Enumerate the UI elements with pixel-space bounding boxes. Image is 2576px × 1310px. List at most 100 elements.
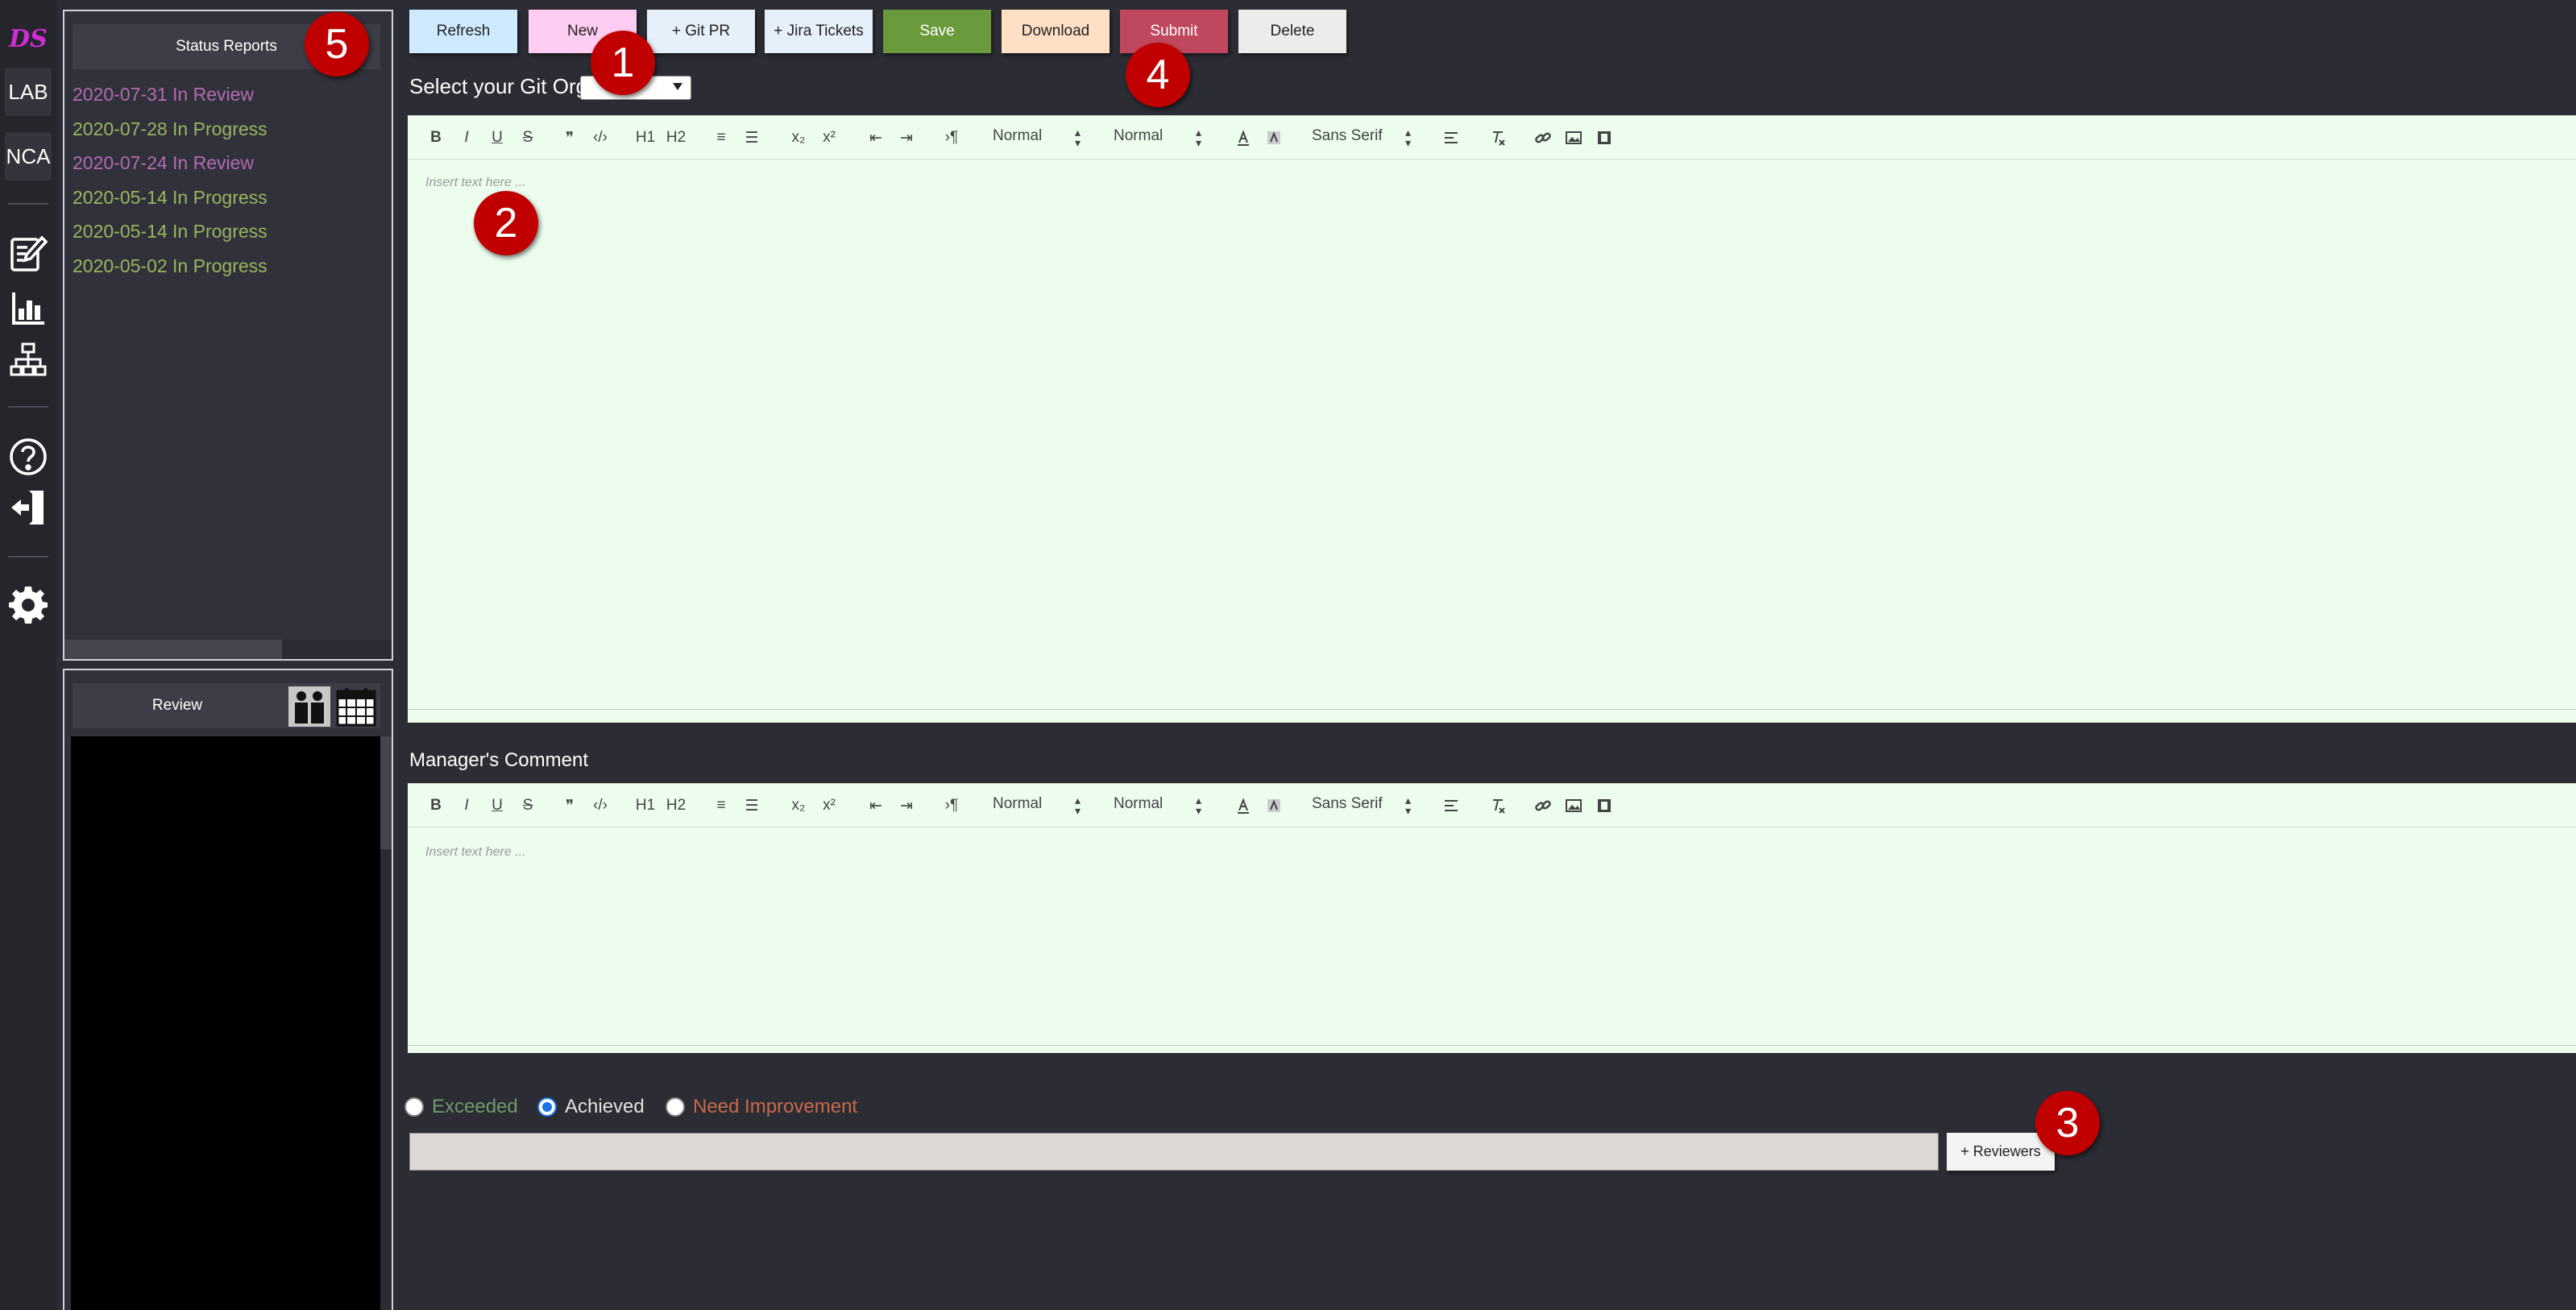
- align-icon[interactable]: [1439, 795, 1463, 816]
- italic-icon[interactable]: I: [454, 127, 479, 148]
- size-select[interactable]: Normal ▴ ▾: [1114, 126, 1212, 149]
- subscript-icon[interactable]: x₂: [786, 795, 811, 816]
- calendar-icon[interactable]: [335, 686, 377, 727]
- report-editor-placeholder[interactable]: Insert text here ...: [425, 176, 526, 190]
- radio-circle[interactable]: [666, 1097, 685, 1117]
- font-select[interactable]: Sans Serif ▴ ▾: [1312, 794, 1421, 816]
- format-select[interactable]: Normal ▴ ▾: [993, 126, 1091, 148]
- rating-achieved-label: Achieved: [565, 1096, 645, 1117]
- add-jira-tickets-button[interactable]: + Jira Tickets: [765, 10, 873, 53]
- outdent-icon[interactable]: ⇤: [864, 795, 888, 816]
- rail-divider: [8, 203, 48, 205]
- delete-button[interactable]: Delete: [1238, 10, 1346, 53]
- underline-icon[interactable]: U: [485, 127, 509, 148]
- bold-icon[interactable]: B: [424, 127, 448, 148]
- report-item[interactable]: 2020-05-02 In Progress: [73, 249, 380, 284]
- report-item[interactable]: 2020-07-31 In Review: [73, 77, 380, 112]
- font-select[interactable]: Sans Serif ▴ ▾: [1312, 126, 1421, 148]
- save-button[interactable]: Save: [883, 10, 991, 53]
- download-button[interactable]: Download: [1002, 10, 1110, 53]
- chevron-updown-icon: ▴ ▾: [1196, 126, 1202, 149]
- h2-icon[interactable]: H2: [664, 795, 688, 816]
- report-item[interactable]: 2020-05-14 In Progress: [73, 214, 380, 249]
- h1-icon[interactable]: H1: [633, 795, 657, 816]
- rail-item-lab[interactable]: LAB: [5, 68, 52, 116]
- chevron-updown-icon: ▴ ▾: [1196, 794, 1202, 817]
- rating-exceeded[interactable]: Exceeded: [404, 1095, 518, 1119]
- font-select-value: Sans Serif: [1312, 127, 1383, 144]
- bullet-list-icon[interactable]: ☰: [740, 127, 764, 148]
- code-icon[interactable]: ‹/›: [588, 127, 612, 148]
- format-select-value: Normal: [993, 795, 1043, 812]
- align-icon[interactable]: [1439, 127, 1463, 148]
- scrollbar-thumb[interactable]: [380, 736, 392, 849]
- text-color-icon[interactable]: [1231, 127, 1255, 148]
- rail-divider: [8, 556, 48, 558]
- strike-icon[interactable]: S: [516, 795, 540, 816]
- link-icon[interactable]: [1531, 795, 1555, 816]
- subscript-icon[interactable]: x₂: [786, 127, 811, 148]
- refresh-button[interactable]: Refresh: [409, 10, 517, 53]
- strike-icon[interactable]: S: [516, 127, 540, 148]
- bullet-list-icon[interactable]: ☰: [740, 795, 764, 816]
- outdent-icon[interactable]: ⇤: [864, 127, 888, 148]
- people-icon[interactable]: [288, 686, 330, 727]
- settings-icon[interactable]: [5, 582, 52, 626]
- manager-comment-label: Manager's Comment: [409, 749, 588, 771]
- ordered-list-icon[interactable]: ≡: [709, 127, 733, 148]
- h1-icon[interactable]: H1: [633, 127, 657, 148]
- blockquote-icon[interactable]: ❞: [558, 127, 582, 148]
- text-direction-icon[interactable]: ›¶: [940, 795, 964, 816]
- rating-need-improvement[interactable]: Need Improvement: [666, 1095, 857, 1119]
- image-icon[interactable]: [1562, 795, 1586, 816]
- size-select[interactable]: Normal ▴ ▾: [1114, 794, 1212, 817]
- image-icon[interactable]: [1562, 127, 1586, 148]
- background-color-icon[interactable]: [1262, 127, 1286, 148]
- underline-icon[interactable]: U: [485, 795, 509, 816]
- ordered-list-icon[interactable]: ≡: [709, 795, 733, 816]
- video-icon[interactable]: [1592, 795, 1616, 816]
- indent-icon[interactable]: ⇥: [894, 127, 919, 148]
- chart-icon[interactable]: [5, 286, 52, 330]
- rail-item-nca[interactable]: NCA: [5, 132, 52, 180]
- italic-icon[interactable]: I: [454, 795, 479, 816]
- vertical-scrollbar[interactable]: [380, 736, 392, 1310]
- org-chart-icon[interactable]: [5, 338, 52, 381]
- report-item[interactable]: 2020-07-24 In Review: [73, 146, 380, 180]
- reviewers-input[interactable]: [409, 1133, 1939, 1171]
- link-icon[interactable]: [1531, 127, 1555, 148]
- rating-exceeded-label: Exceeded: [432, 1096, 518, 1117]
- superscript-icon[interactable]: x²: [817, 127, 841, 148]
- text-direction-icon[interactable]: ›¶: [940, 127, 964, 148]
- format-select[interactable]: Normal ▴ ▾: [993, 794, 1091, 816]
- radio-circle[interactable]: [404, 1097, 424, 1117]
- radio-circle[interactable]: [537, 1097, 557, 1117]
- marker-1: 1: [591, 31, 655, 95]
- report-editor[interactable]: B I U S ❞ ‹/› H1 H2 ≡ ☰ x₂ x² ⇤ ⇥ ›¶ Normal ▴ ▾ Normal ▴ ▾…: [408, 115, 2576, 723]
- background-color-icon[interactable]: [1262, 795, 1286, 816]
- video-icon[interactable]: [1592, 127, 1616, 148]
- edit-report-icon[interactable]: [5, 231, 52, 275]
- add-git-pr-button[interactable]: + Git PR: [647, 10, 755, 53]
- code-icon[interactable]: ‹/›: [588, 795, 612, 816]
- text-color-icon[interactable]: [1231, 795, 1255, 816]
- clear-format-icon[interactable]: [1486, 795, 1510, 816]
- scrollbar-thumb[interactable]: [64, 640, 282, 659]
- blockquote-icon[interactable]: ❞: [558, 795, 582, 816]
- review-content-area: [71, 736, 380, 1310]
- rating-achieved[interactable]: Achieved: [537, 1095, 645, 1119]
- manager-comment-editor[interactable]: B I U S ❞ ‹/› H1 H2 ≡ ☰ x₂ x² ⇤ ⇥ ›¶ Normal ▴ ▾ Normal ▴ ▾…: [408, 783, 2576, 1053]
- help-icon[interactable]: [5, 435, 52, 479]
- rating-need-improvement-label: Need Improvement: [693, 1096, 858, 1117]
- manager-editor-placeholder[interactable]: Insert text here ...: [425, 845, 526, 860]
- icon-rail: DS LAB NCA: [0, 0, 56, 1310]
- bold-icon[interactable]: B: [424, 795, 448, 816]
- h2-icon[interactable]: H2: [664, 127, 688, 148]
- superscript-icon[interactable]: x²: [817, 795, 841, 816]
- logout-icon[interactable]: [5, 486, 52, 529]
- horizontal-scrollbar[interactable]: [64, 640, 392, 659]
- report-item[interactable]: 2020-07-28 In Progress: [73, 112, 380, 147]
- indent-icon[interactable]: ⇥: [894, 795, 919, 816]
- clear-format-icon[interactable]: [1486, 127, 1510, 148]
- report-item[interactable]: 2020-05-14 In Progress: [73, 180, 380, 215]
